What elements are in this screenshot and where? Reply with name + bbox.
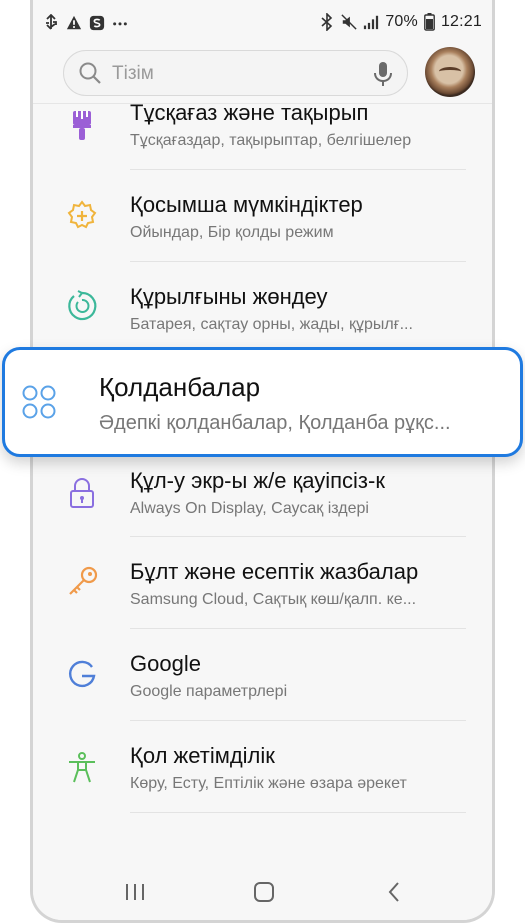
divider bbox=[130, 812, 466, 813]
item-subtitle: Әдепкі қолданбалар, Қолданба рұқс... bbox=[99, 412, 451, 434]
apps-settings-item[interactable]: Қолданбалар Әдепкі қолданбалар, Қолданба… bbox=[2, 347, 523, 457]
item-subtitle: Ойындар, Бір қолды режим bbox=[130, 224, 334, 241]
item-subtitle: Көру, Есту, Ептілік және өзара әрекет bbox=[130, 775, 407, 792]
item-title: Құл-у экр-ы ж/е қауіпсіз-к bbox=[130, 468, 385, 493]
item-title: Қолданбалар bbox=[99, 372, 261, 402]
search-bar[interactable]: Тізім bbox=[63, 50, 408, 96]
status-bar: 70% 12:21 bbox=[33, 0, 492, 48]
list-item[interactable]: Google Google параметрлері bbox=[33, 629, 492, 721]
brush-icon bbox=[65, 108, 99, 142]
item-title: Бұлт және есептік жазбалар bbox=[130, 559, 419, 584]
device-care-icon bbox=[65, 289, 99, 323]
warning-icon bbox=[66, 14, 82, 32]
more-icon bbox=[112, 14, 128, 32]
back-icon[interactable] bbox=[383, 880, 407, 904]
signal-icon bbox=[363, 13, 379, 31]
accessibility-icon bbox=[65, 751, 99, 785]
samsung-s-icon bbox=[89, 14, 105, 32]
clock: 12:21 bbox=[440, 13, 482, 30]
item-title: Құрылғыны жөндеу bbox=[130, 284, 328, 309]
item-subtitle: Google параметрлері bbox=[130, 683, 288, 700]
mute-icon bbox=[341, 13, 357, 31]
mic-icon[interactable] bbox=[373, 61, 393, 87]
item-subtitle: Samsung Cloud, Сақтық көш/қалп. ке... bbox=[130, 591, 417, 608]
item-subtitle: Батарея, сақтау орны, жады, құрылғ... bbox=[130, 316, 413, 333]
google-g-icon bbox=[65, 657, 99, 691]
battery-icon bbox=[424, 13, 435, 31]
bluetooth-icon bbox=[319, 13, 335, 31]
list-item[interactable]: Бұлт және есептік жазбалар Samsung Cloud… bbox=[33, 537, 492, 629]
apps-icon bbox=[21, 384, 57, 420]
phone-screen: 70% 12:21 Тізім Тұсқағаз және тақырып Тұ… bbox=[30, 0, 495, 923]
avatar[interactable] bbox=[425, 47, 475, 97]
item-title: Google bbox=[130, 651, 201, 676]
list-item[interactable]: Қосымша мүмкіндіктер Ойындар, Бір қолды … bbox=[33, 170, 492, 262]
list-item[interactable]: Құрылғыны жөндеу Батарея, сақтау орны, ж… bbox=[33, 262, 492, 354]
navigation-bar bbox=[33, 860, 492, 920]
lock-icon bbox=[65, 476, 99, 510]
item-subtitle: Тұсқағаздар, тақырыптар, белгішелер bbox=[130, 132, 412, 149]
home-icon[interactable] bbox=[252, 880, 276, 904]
item-title: Тұсқағаз және тақырып bbox=[130, 100, 369, 125]
search-icon bbox=[78, 61, 102, 85]
search-input[interactable]: Тізім bbox=[112, 63, 154, 85]
item-title: Қосымша мүмкіндіктер bbox=[130, 192, 363, 217]
battery-percent: 70% bbox=[385, 13, 418, 30]
usb-icon bbox=[43, 14, 59, 32]
recents-icon[interactable] bbox=[123, 880, 147, 904]
item-title: Қол жетімділік bbox=[130, 743, 275, 768]
gear-plus-icon bbox=[65, 199, 99, 233]
list-item[interactable]: Құл-у экр-ы ж/е қауіпсіз-к Always On Dis… bbox=[33, 446, 492, 538]
list-item[interactable]: Қол жетімділік Көру, Есту, Ептілік және … bbox=[33, 721, 492, 813]
item-subtitle: Always On Display, Саусақ іздері bbox=[130, 500, 369, 517]
key-icon bbox=[65, 565, 99, 599]
